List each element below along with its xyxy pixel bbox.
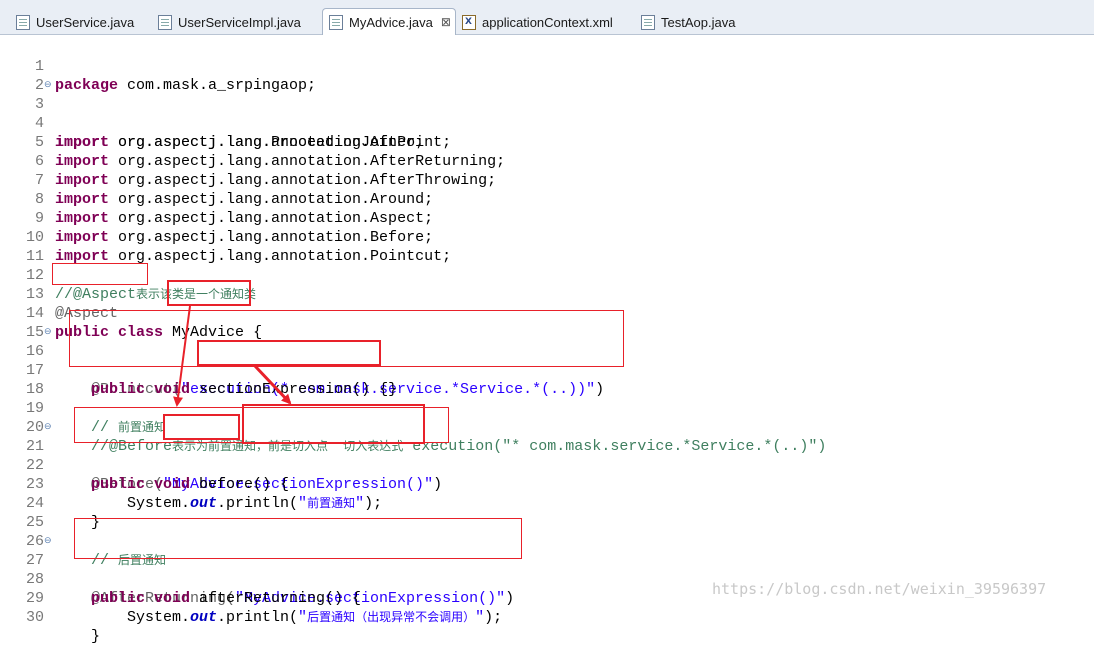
string-literal: " xyxy=(475,609,485,626)
fold-toggle-icon[interactable]: ⊖ xyxy=(44,323,52,342)
code-line: 10 import org.aspectj.lang.annotation.Po… xyxy=(0,209,1094,265)
java-file-icon xyxy=(158,14,172,30)
tab-userserviceimpl[interactable]: UserServiceImpl.java xyxy=(152,10,301,34)
fold-toggle-icon[interactable]: ⊖ xyxy=(44,418,52,437)
close-tab-icon[interactable]: ⊠ xyxy=(441,15,451,29)
code-line: 5 import org.aspectj.lang.annotation.Aft… xyxy=(0,114,1094,170)
java-file-icon xyxy=(329,14,343,30)
code-line: 2 xyxy=(0,57,1094,94)
code-line: 19 // 前置通知 xyxy=(0,380,1094,436)
java-file-icon xyxy=(641,14,655,30)
code-line: 12 //@Aspect表示该类是一个通知类 xyxy=(0,247,1094,303)
code-line: 9 import org.aspectj.lang.annotation.Bef… xyxy=(0,190,1094,246)
code-line: 7 import org.aspectj.lang.annotation.Aro… xyxy=(0,152,1094,208)
code-line: 4 import org.aspectj.lang.annotation.Aft… xyxy=(0,95,1094,151)
tab-userservice[interactable]: UserService.java xyxy=(10,10,134,34)
tab-label: TestAop.java xyxy=(661,14,736,30)
tab-label: UserServiceImpl.java xyxy=(178,14,301,30)
tab-testaop[interactable]: TestAop.java xyxy=(635,10,735,34)
code-line: 24 } xyxy=(0,475,1094,531)
tab-applicationcontext[interactable]: applicationContext.xml xyxy=(456,10,613,34)
code-text: .println( xyxy=(217,609,299,626)
code-line: 3 ⊖ import org.aspectj.lang.ProceedingJo… xyxy=(0,76,1094,151)
highlight-box-section-expression xyxy=(197,340,381,366)
code-line: 1 package com.mask.a_srpingaop; xyxy=(0,38,1094,94)
code-line: 14 public class MyAdvice { xyxy=(0,285,1094,341)
string-literal: 后置通知（出现异常不会调用） xyxy=(307,610,476,624)
brace: } xyxy=(91,628,101,645)
java-file-icon xyxy=(16,14,30,30)
tab-label: applicationContext.xml xyxy=(482,14,613,30)
code-line: 8 import org.aspectj.lang.annotation.Asp… xyxy=(0,171,1094,227)
code-line: 23 System.out.println("前置通知"); xyxy=(0,456,1094,512)
tab-label: MyAdvice.java xyxy=(349,14,433,30)
highlight-box-class-name xyxy=(167,280,251,306)
editor-tab-bar: UserService.java UserServiceImpl.java My… xyxy=(0,0,1094,35)
string-literal: " xyxy=(298,609,308,626)
code-text: System. xyxy=(127,609,191,626)
fold-toggle-icon[interactable]: ⊖ xyxy=(44,532,52,551)
code-line: 11 xyxy=(0,228,1094,265)
highlight-box-afterreturning xyxy=(74,518,522,559)
code-line: 6 import org.aspectj.lang.annotation.Aft… xyxy=(0,133,1094,189)
code-text: ); xyxy=(484,609,503,626)
fold-toggle-icon[interactable]: ⊖ xyxy=(44,76,52,95)
code-line: 13 @Aspect xyxy=(0,266,1094,322)
tab-myadvice[interactable]: MyAdvice.java ⊠ xyxy=(322,8,456,35)
field: out xyxy=(190,609,218,626)
tab-label: UserService.java xyxy=(36,14,135,30)
highlight-box-aspect xyxy=(52,263,148,285)
watermark-url: https://blog.csdn.net/weixin_39596397 xyxy=(712,580,1047,598)
highlight-box-method-ref xyxy=(242,404,425,444)
code-line: 25 xyxy=(0,494,1094,531)
highlight-box-myadvice-ref xyxy=(163,414,240,440)
xml-file-icon xyxy=(462,14,476,30)
